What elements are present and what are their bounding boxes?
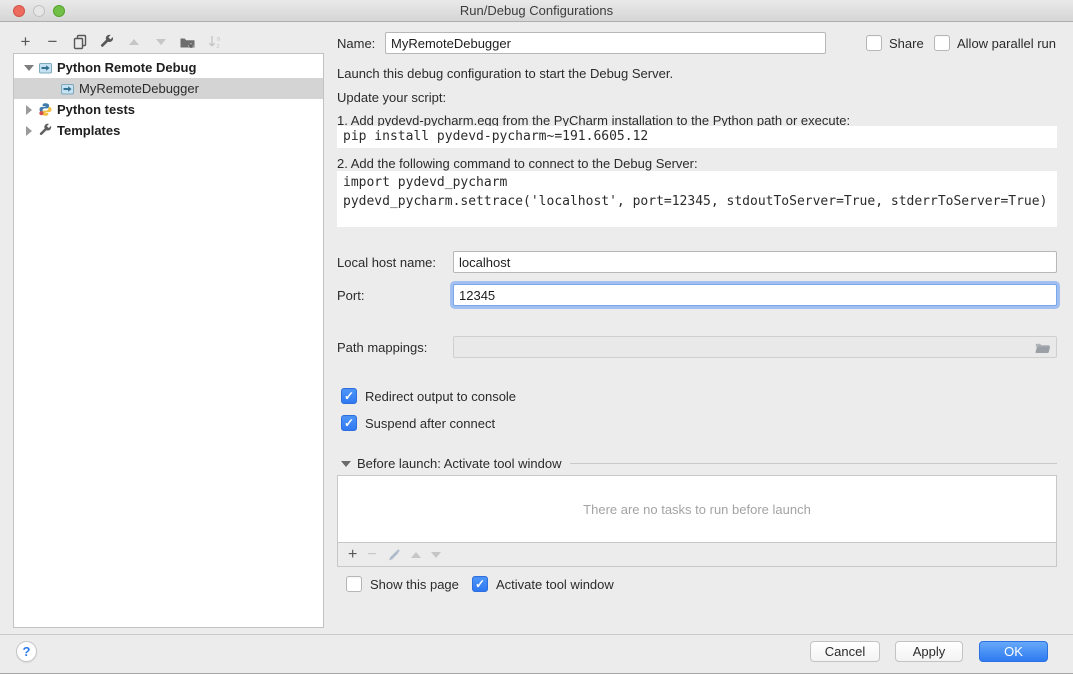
share-label: Share bbox=[889, 36, 924, 51]
remove-task-icon: − bbox=[367, 546, 376, 563]
show-this-page-checkbox[interactable] bbox=[346, 576, 362, 592]
task-toolbar: + − bbox=[337, 543, 1057, 567]
ok-button[interactable]: OK bbox=[979, 641, 1048, 662]
task-up-icon bbox=[411, 552, 421, 558]
window-title: Run/Debug Configurations bbox=[0, 0, 1073, 21]
path-mappings-input bbox=[453, 336, 1057, 358]
apply-button[interactable]: Apply bbox=[895, 641, 963, 662]
code-line: pydevd_pycharm.settrace('localhost', por… bbox=[343, 192, 1051, 211]
question-mark-icon: ? bbox=[23, 644, 31, 659]
tree-item-label: Python Remote Debug bbox=[57, 60, 196, 75]
activate-tool-window-label: Activate tool window bbox=[496, 577, 614, 592]
collapse-section-icon[interactable] bbox=[341, 461, 351, 467]
tree-item-python-tests[interactable]: Python tests bbox=[14, 99, 323, 120]
zoom-window-button[interactable] bbox=[53, 5, 65, 17]
redirect-output-checkbox[interactable] bbox=[341, 388, 357, 404]
close-window-button[interactable] bbox=[13, 5, 25, 17]
before-launch-task-list[interactable]: There are no tasks to run before launch bbox=[337, 475, 1057, 543]
cancel-button[interactable]: Cancel bbox=[810, 641, 880, 662]
remote-debug-icon bbox=[60, 81, 75, 96]
add-task-icon[interactable]: + bbox=[348, 546, 357, 563]
show-this-page-label: Show this page bbox=[370, 577, 459, 592]
wrench-icon bbox=[38, 123, 53, 138]
name-input[interactable] bbox=[385, 32, 826, 54]
chevron-expanded-icon[interactable] bbox=[23, 65, 35, 71]
suspend-after-connect-checkbox[interactable] bbox=[341, 415, 357, 431]
add-configuration-button[interactable]: + bbox=[14, 31, 37, 52]
new-folder-icon bbox=[179, 34, 196, 50]
move-down-icon bbox=[156, 39, 166, 45]
task-down-icon bbox=[431, 552, 441, 558]
tree-item-myremotedebugger[interactable]: MyRemoteDebugger bbox=[14, 78, 323, 99]
tree-item-label: Templates bbox=[57, 123, 120, 138]
activate-tool-window-checkbox[interactable] bbox=[472, 576, 488, 592]
share-checkbox[interactable] bbox=[866, 35, 882, 51]
port-label: Port: bbox=[337, 288, 364, 303]
before-launch-header[interactable]: Before launch: Activate tool window bbox=[341, 456, 1057, 471]
svg-text:z: z bbox=[216, 43, 219, 50]
instruction-line-2: Update your script: bbox=[337, 90, 446, 105]
minimize-window-button bbox=[33, 5, 45, 17]
new-folder-button[interactable] bbox=[176, 31, 199, 52]
tree-item-label: MyRemoteDebugger bbox=[79, 81, 199, 96]
chevron-collapsed-icon[interactable] bbox=[23, 105, 35, 115]
remote-debug-icon bbox=[38, 60, 53, 75]
local-host-name-input[interactable] bbox=[453, 251, 1057, 273]
allow-parallel-run-checkbox[interactable] bbox=[934, 35, 950, 51]
chevron-collapsed-icon[interactable] bbox=[23, 126, 35, 136]
run-debug-configurations-dialog: Run/Debug Configurations + − bbox=[0, 0, 1073, 674]
empty-task-list-text: There are no tasks to run before launch bbox=[583, 502, 811, 517]
tree-item-label: Python tests bbox=[57, 102, 135, 117]
path-mappings-label: Path mappings: bbox=[337, 340, 427, 355]
move-up-button bbox=[122, 31, 145, 52]
code-line: import pydevd_pycharm bbox=[343, 173, 1051, 192]
sort-alphabetically-icon: a z bbox=[207, 34, 223, 50]
edit-templates-wrench-icon bbox=[99, 34, 115, 50]
name-label: Name: bbox=[337, 36, 375, 51]
copy-icon bbox=[72, 34, 88, 50]
suspend-after-connect-label: Suspend after connect bbox=[365, 416, 495, 431]
tree-item-templates[interactable]: Templates bbox=[14, 120, 323, 141]
copy-configuration-button[interactable] bbox=[68, 31, 91, 52]
edit-task-pencil-icon bbox=[387, 548, 401, 562]
remove-icon: − bbox=[48, 33, 58, 50]
sort-configurations-button: a z bbox=[203, 31, 226, 52]
python-icon bbox=[38, 102, 53, 117]
add-icon: + bbox=[21, 33, 31, 50]
folder-icon bbox=[1034, 340, 1051, 355]
instruction-step-2: 2. Add the following command to connect … bbox=[337, 156, 698, 171]
titlebar: Run/Debug Configurations bbox=[0, 0, 1073, 22]
help-button[interactable]: ? bbox=[16, 641, 37, 662]
local-host-name-label: Local host name: bbox=[337, 255, 436, 270]
remove-configuration-button[interactable]: − bbox=[41, 31, 64, 52]
configurations-toolbar: + − bbox=[14, 30, 324, 53]
pip-install-code: pip install pydevd-pycharm~=191.6605.12 bbox=[337, 126, 1057, 148]
port-input[interactable] bbox=[453, 284, 1057, 306]
configurations-tree: Python Remote Debug MyRemoteDebugger bbox=[13, 53, 324, 628]
move-down-button bbox=[149, 31, 172, 52]
edit-templates-button[interactable] bbox=[95, 31, 118, 52]
redirect-output-label: Redirect output to console bbox=[365, 389, 516, 404]
settrace-code: import pydevd_pycharmpydevd_pycharm.sett… bbox=[337, 171, 1057, 227]
tree-item-python-remote-debug[interactable]: Python Remote Debug bbox=[14, 57, 323, 78]
instruction-line-1: Launch this debug configuration to start… bbox=[337, 66, 673, 81]
before-launch-title: Before launch: Activate tool window bbox=[357, 456, 562, 471]
svg-text:a: a bbox=[216, 35, 220, 42]
move-up-icon bbox=[129, 39, 139, 45]
allow-parallel-run-label: Allow parallel run bbox=[957, 36, 1056, 51]
